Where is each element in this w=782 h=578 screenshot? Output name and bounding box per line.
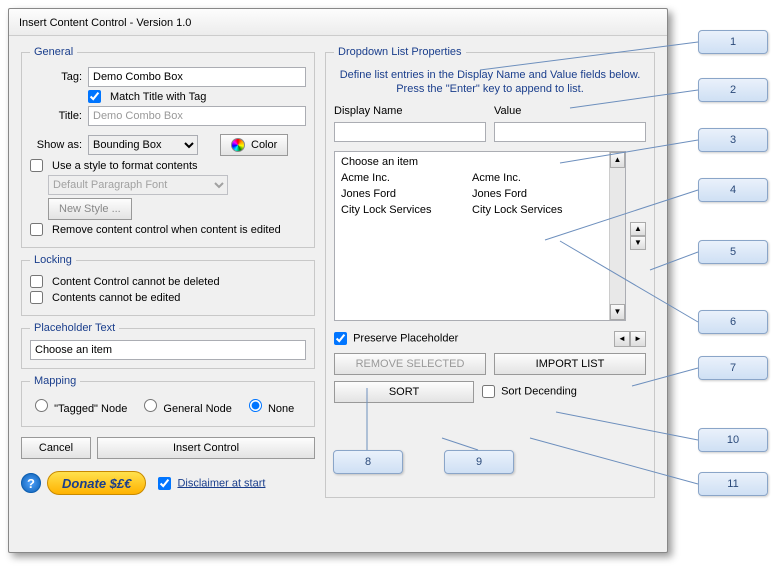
- dropdown-group: Dropdown List Properties Define list ent…: [325, 46, 655, 498]
- scroll-up-icon[interactable]: ▲: [610, 152, 625, 168]
- dropdown-info: Define list entries in the Display Name …: [334, 68, 646, 97]
- show-as-label: Show as:: [30, 139, 82, 151]
- remove-selected-button[interactable]: REMOVE SELECTED: [334, 353, 486, 375]
- preserve-placeholder-option[interactable]: Preserve Placeholder: [334, 332, 458, 345]
- style-select[interactable]: Default Paragraph Font: [48, 175, 228, 195]
- placeholder-group: Placeholder Text: [21, 322, 315, 369]
- disclaimer-link[interactable]: Disclaimer at start: [177, 477, 265, 489]
- callout-1: 1: [698, 30, 768, 54]
- column-shift-right-button[interactable]: ►: [630, 331, 646, 347]
- move-down-button[interactable]: ▼: [630, 236, 646, 250]
- show-as-select[interactable]: Bounding Box: [88, 135, 198, 155]
- general-legend: General: [30, 46, 77, 58]
- no-delete-checkbox[interactable]: [30, 275, 43, 288]
- callout-11: 11: [698, 472, 768, 496]
- dropdown-legend: Dropdown List Properties: [334, 46, 466, 58]
- callout-3: 3: [698, 128, 768, 152]
- remove-on-edit-label: Remove content control when content is e…: [52, 224, 281, 236]
- reorder-spinner: ▲ ▼: [630, 151, 646, 321]
- no-edit-checkbox[interactable]: [30, 291, 43, 304]
- use-style-checkbox[interactable]: [30, 159, 43, 172]
- callout-4: 4: [698, 178, 768, 202]
- color-swatch-icon: [231, 138, 245, 152]
- list-item: Acme Inc.Acme Inc.: [341, 172, 603, 188]
- cancel-button[interactable]: Cancel: [21, 437, 91, 459]
- mapping-group: Mapping "Tagged" Node General Node None: [21, 375, 315, 427]
- entries-listbox[interactable]: Choose an item Acme Inc.Acme Inc. Jones …: [334, 151, 626, 321]
- callout-5: 5: [698, 240, 768, 264]
- callout-7: 7: [698, 356, 768, 380]
- display-name-header: Display Name: [334, 105, 486, 117]
- disclaimer-option[interactable]: Disclaimer at start: [158, 477, 265, 490]
- import-list-button[interactable]: IMPORT LIST: [494, 353, 646, 375]
- match-title-label: Match Title with Tag: [110, 91, 206, 103]
- callout-9: 9: [444, 450, 514, 474]
- tag-label: Tag:: [30, 71, 82, 83]
- use-style-label: Use a style to format contents: [52, 160, 198, 172]
- list-item: Jones FordJones Ford: [341, 188, 603, 204]
- value-input[interactable]: [494, 122, 646, 142]
- value-header: Value: [494, 105, 646, 117]
- list-scrollbar[interactable]: ▲ ▼: [609, 152, 625, 320]
- callout-8: 8: [333, 450, 403, 474]
- insert-control-button[interactable]: Insert Control: [97, 437, 315, 459]
- mapping-none-option[interactable]: None: [244, 396, 294, 415]
- locking-group: Locking Content Control cannot be delete…: [21, 254, 315, 316]
- move-up-button[interactable]: ▲: [630, 222, 646, 236]
- locking-legend: Locking: [30, 254, 76, 266]
- new-style-button[interactable]: New Style ...: [48, 198, 132, 220]
- sort-desc-checkbox[interactable]: [482, 385, 495, 398]
- color-button[interactable]: Color: [220, 134, 288, 156]
- remove-on-edit-checkbox[interactable]: [30, 223, 43, 236]
- column-shift-left-button[interactable]: ◄: [614, 331, 630, 347]
- callout-2: 2: [698, 78, 768, 102]
- match-title-checkbox[interactable]: [88, 90, 101, 103]
- no-delete-label: Content Control cannot be deleted: [52, 276, 220, 288]
- mapping-tagged-option[interactable]: "Tagged" Node: [30, 396, 127, 415]
- mapping-legend: Mapping: [30, 375, 80, 387]
- scroll-down-icon[interactable]: ▼: [610, 304, 625, 320]
- placeholder-input[interactable]: [30, 340, 306, 360]
- callout-6: 6: [698, 310, 768, 334]
- disclaimer-checkbox[interactable]: [158, 477, 171, 490]
- title-input[interactable]: [88, 106, 306, 126]
- dialog-title: Insert Content Control - Version 1.0: [19, 17, 191, 29]
- placeholder-legend: Placeholder Text: [30, 322, 119, 334]
- title-label: Title:: [30, 110, 82, 122]
- list-item: Choose an item: [341, 156, 603, 172]
- dialog-titlebar: Insert Content Control - Version 1.0: [9, 9, 667, 36]
- tag-input[interactable]: [88, 67, 306, 87]
- sort-button[interactable]: SORT: [334, 381, 474, 403]
- callout-10: 10: [698, 428, 768, 452]
- no-edit-label: Contents cannot be edited: [52, 292, 180, 304]
- general-group: General Tag: Match Title with Tag Title:…: [21, 46, 315, 248]
- sort-desc-option[interactable]: Sort Decending: [482, 385, 577, 398]
- list-item: City Lock ServicesCity Lock Services: [341, 204, 603, 220]
- help-icon[interactable]: ?: [21, 473, 41, 493]
- donate-button[interactable]: Donate $£€: [47, 471, 146, 495]
- preserve-placeholder-checkbox[interactable]: [334, 332, 347, 345]
- display-name-input[interactable]: [334, 122, 486, 142]
- mapping-general-option[interactable]: General Node: [139, 396, 232, 415]
